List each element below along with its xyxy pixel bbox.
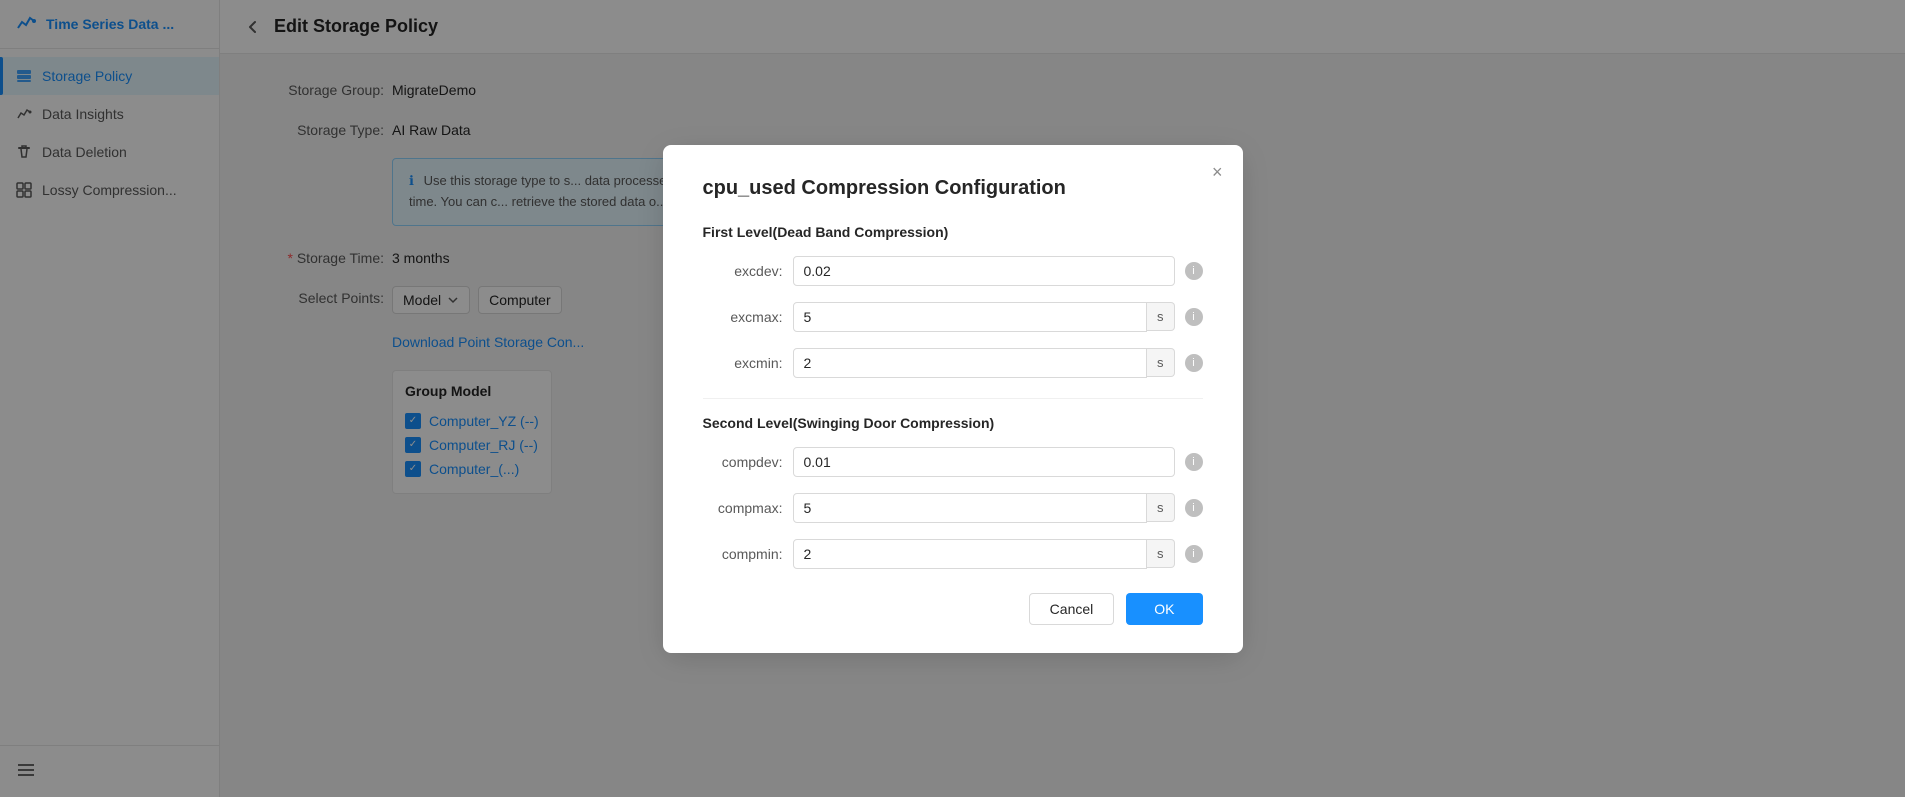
- excmin-label: excmin:: [703, 355, 783, 371]
- dialog-title: cpu_used Compression Configuration: [703, 177, 1203, 200]
- first-level-title: First Level(Dead Band Compression): [703, 224, 1203, 240]
- excmax-input-wrap: s: [793, 302, 1175, 332]
- ok-button[interactable]: OK: [1126, 593, 1202, 625]
- excmin-info-icon[interactable]: i: [1185, 354, 1203, 372]
- compdev-label: compdev:: [703, 454, 783, 470]
- compmin-row: compmin: s i: [703, 539, 1203, 569]
- compdev-row: compdev: i: [703, 447, 1203, 477]
- excmax-label: excmax:: [703, 309, 783, 325]
- excdev-input-wrap: [793, 256, 1175, 286]
- compmax-label: compmax:: [703, 500, 783, 516]
- compmax-unit: s: [1147, 493, 1175, 522]
- excdev-info-icon[interactable]: i: [1185, 262, 1203, 280]
- compdev-info-icon[interactable]: i: [1185, 453, 1203, 471]
- compmin-info-icon[interactable]: i: [1185, 545, 1203, 563]
- excmin-row: excmin: s i: [703, 348, 1203, 378]
- compdev-input[interactable]: [793, 447, 1175, 477]
- compmax-row: compmax: s i: [703, 493, 1203, 523]
- compmin-input-wrap: s: [793, 539, 1175, 569]
- excmin-input-wrap: s: [793, 348, 1175, 378]
- second-level-title: Second Level(Swinging Door Compression): [703, 415, 1203, 431]
- excmax-unit: s: [1147, 302, 1175, 331]
- compmax-info-icon[interactable]: i: [1185, 499, 1203, 517]
- compression-config-dialog: × cpu_used Compression Configuration Fir…: [663, 145, 1243, 653]
- compmax-input[interactable]: [793, 493, 1148, 523]
- excdev-row: excdev: i: [703, 256, 1203, 286]
- excmax-info-icon[interactable]: i: [1185, 308, 1203, 326]
- cancel-button[interactable]: Cancel: [1029, 593, 1115, 625]
- compmax-input-wrap: s: [793, 493, 1175, 523]
- excdev-input[interactable]: [793, 256, 1175, 286]
- excdev-label: excdev:: [703, 263, 783, 279]
- excmax-input[interactable]: [793, 302, 1148, 332]
- dialog-divider: [703, 398, 1203, 399]
- compmin-input[interactable]: [793, 539, 1148, 569]
- compdev-input-wrap: [793, 447, 1175, 477]
- modal-overlay: × cpu_used Compression Configuration Fir…: [0, 0, 1905, 797]
- dialog-close-button[interactable]: ×: [1212, 163, 1223, 181]
- excmax-row: excmax: s i: [703, 302, 1203, 332]
- compmin-label: compmin:: [703, 546, 783, 562]
- compmin-unit: s: [1147, 539, 1175, 568]
- dialog-actions: Cancel OK: [703, 593, 1203, 625]
- excmin-unit: s: [1147, 348, 1175, 377]
- excmin-input[interactable]: [793, 348, 1148, 378]
